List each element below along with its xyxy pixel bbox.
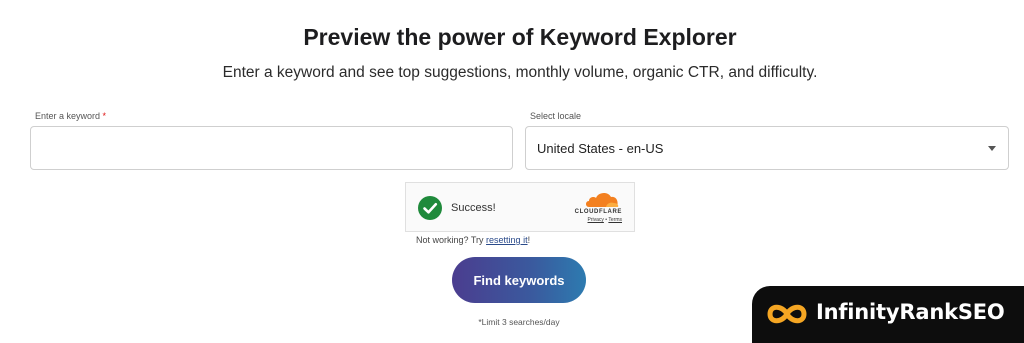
keyword-label-text: Enter a keyword [35, 111, 101, 121]
terms-link[interactable]: Terms [608, 217, 622, 223]
locale-selected-value: United States - en-US [537, 140, 664, 156]
keyword-explorer-page: Preview the power of Keyword Explorer En… [0, 0, 1024, 343]
page-title: Preview the power of Keyword Explorer [303, 24, 737, 50]
link-separator: • [605, 217, 608, 223]
captcha-status-text: Success! [451, 202, 496, 214]
cloudflare-wordmark: CLOUDFLARE [574, 209, 622, 215]
captcha-help-prefix: Not working? Try [416, 235, 484, 245]
required-mark: * [102, 111, 107, 121]
captcha-help-suffix: ! [527, 235, 531, 245]
cloudflare-branding: CLOUDFLARE Privacy • Terms [562, 190, 622, 226]
cloudflare-cloud-icon [586, 192, 619, 207]
reset-captcha-link[interactable]: resetting it [486, 235, 528, 245]
page-subtitle: Enter a keyword and see top suggestions,… [222, 64, 818, 81]
locale-field-label: Select locale [530, 111, 582, 121]
infinity-logo-icon [767, 304, 807, 324]
privacy-link[interactable]: Privacy [588, 217, 604, 223]
keyword-input[interactable] [30, 126, 513, 170]
brand-watermark: InfinityRankSEO [752, 286, 1024, 343]
check-circle-icon [418, 196, 442, 220]
captcha-help-text: Not working? Try resetting it! [416, 235, 530, 245]
locale-select[interactable]: United States - en-US [525, 126, 1009, 170]
chevron-down-icon [988, 146, 996, 151]
cloudflare-links: Privacy • Terms [562, 217, 623, 223]
brand-name: InfinityRankSEO [816, 300, 1005, 324]
keyword-field-label: Enter a keyword * [35, 111, 106, 121]
find-keywords-button[interactable]: Find keywords [452, 257, 586, 303]
captcha-widget[interactable]: Success! CLOUDFLARE Privacy • Terms [405, 182, 635, 232]
